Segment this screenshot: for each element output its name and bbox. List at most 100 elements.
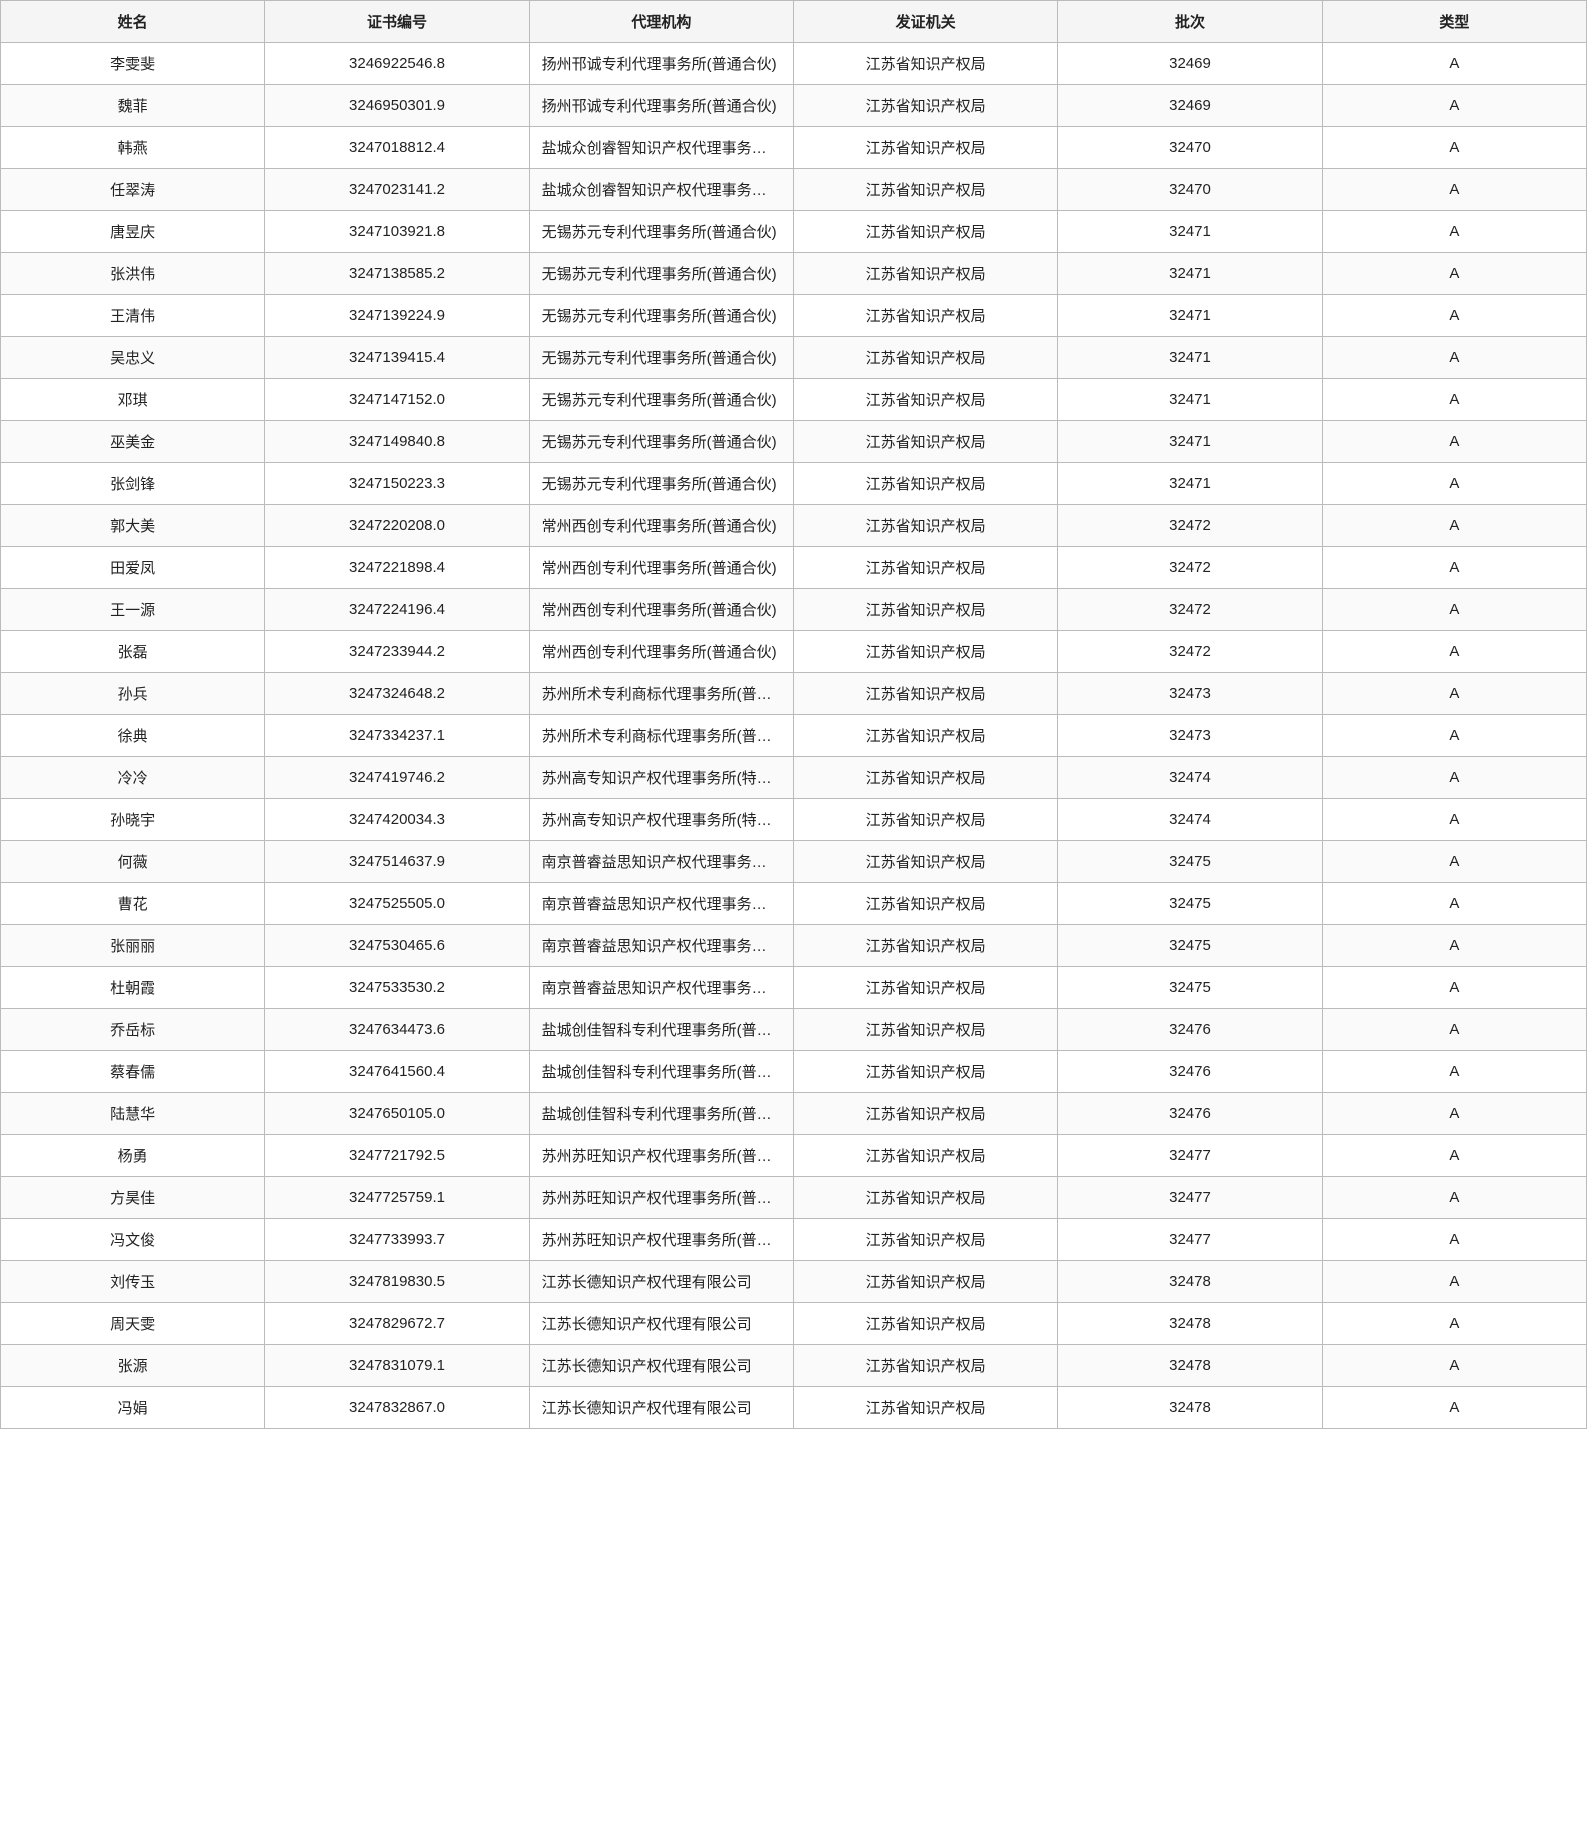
cell-27-4: 32477: [1058, 1177, 1322, 1219]
cell-25-5: A: [1322, 1093, 1586, 1135]
cell-14-2: 常州西创专利代理事务所(普通合伙): [529, 631, 793, 673]
cell-8-0: 邓琪: [1, 379, 265, 421]
cell-26-1: 3247721792.5: [265, 1135, 529, 1177]
cell-19-3: 江苏省知识产权局: [793, 841, 1057, 883]
cell-20-3: 江苏省知识产权局: [793, 883, 1057, 925]
cell-6-4: 32471: [1058, 295, 1322, 337]
cell-12-2: 常州西创专利代理事务所(普通合伙): [529, 547, 793, 589]
cell-14-1: 3247233944.2: [265, 631, 529, 673]
table-row: 蔡春儒3247641560.4盐城创佳智科专利代理事务所(普通合伙)江苏省知识产…: [1, 1051, 1587, 1093]
cell-13-3: 江苏省知识产权局: [793, 589, 1057, 631]
main-table: 姓名证书编号代理机构发证机关批次类型 李雯斐3246922546.8扬州邗诚专利…: [0, 0, 1587, 1429]
cell-3-4: 32470: [1058, 169, 1322, 211]
cell-20-1: 3247525505.0: [265, 883, 529, 925]
cell-8-2: 无锡苏元专利代理事务所(普通合伙): [529, 379, 793, 421]
cell-11-2: 常州西创专利代理事务所(普通合伙): [529, 505, 793, 547]
cell-27-1: 3247725759.1: [265, 1177, 529, 1219]
cell-18-3: 江苏省知识产权局: [793, 799, 1057, 841]
cell-31-4: 32478: [1058, 1345, 1322, 1387]
cell-25-3: 江苏省知识产权局: [793, 1093, 1057, 1135]
cell-21-1: 3247530465.6: [265, 925, 529, 967]
cell-19-5: A: [1322, 841, 1586, 883]
cell-31-1: 3247831079.1: [265, 1345, 529, 1387]
cell-24-0: 蔡春儒: [1, 1051, 265, 1093]
cell-12-1: 3247221898.4: [265, 547, 529, 589]
cell-29-3: 江苏省知识产权局: [793, 1261, 1057, 1303]
cell-10-0: 张剑锋: [1, 463, 265, 505]
cell-18-4: 32474: [1058, 799, 1322, 841]
cell-14-4: 32472: [1058, 631, 1322, 673]
cell-26-2: 苏州苏旺知识产权代理事务所(普通合伙): [529, 1135, 793, 1177]
cell-1-3: 江苏省知识产权局: [793, 85, 1057, 127]
cell-14-0: 张磊: [1, 631, 265, 673]
cell-25-1: 3247650105.0: [265, 1093, 529, 1135]
cell-7-3: 江苏省知识产权局: [793, 337, 1057, 379]
cell-10-4: 32471: [1058, 463, 1322, 505]
cell-5-0: 张洪伟: [1, 253, 265, 295]
cell-15-4: 32473: [1058, 673, 1322, 715]
cell-3-3: 江苏省知识产权局: [793, 169, 1057, 211]
cell-14-3: 江苏省知识产权局: [793, 631, 1057, 673]
cell-9-5: A: [1322, 421, 1586, 463]
cell-23-0: 乔岳标: [1, 1009, 265, 1051]
cell-2-2: 盐城众创睿智知识产权代理事务所(普通合伙): [529, 127, 793, 169]
cell-1-1: 3246950301.9: [265, 85, 529, 127]
cell-6-1: 3247139224.9: [265, 295, 529, 337]
cell-3-2: 盐城众创睿智知识产权代理事务所(普通合伙): [529, 169, 793, 211]
cell-32-3: 江苏省知识产权局: [793, 1387, 1057, 1429]
cell-17-1: 3247419746.2: [265, 757, 529, 799]
cell-13-2: 常州西创专利代理事务所(普通合伙): [529, 589, 793, 631]
cell-20-0: 曹花: [1, 883, 265, 925]
table-row: 陆慧华3247650105.0盐城创佳智科专利代理事务所(普通合伙)江苏省知识产…: [1, 1093, 1587, 1135]
table-row: 巫美金3247149840.8无锡苏元专利代理事务所(普通合伙)江苏省知识产权局…: [1, 421, 1587, 463]
cell-3-0: 任翠涛: [1, 169, 265, 211]
cell-32-1: 3247832867.0: [265, 1387, 529, 1429]
cell-29-5: A: [1322, 1261, 1586, 1303]
cell-9-1: 3247149840.8: [265, 421, 529, 463]
cell-16-5: A: [1322, 715, 1586, 757]
cell-22-2: 南京普睿益思知识产权代理事务所(普通合伙): [529, 967, 793, 1009]
cell-14-5: A: [1322, 631, 1586, 673]
cell-0-2: 扬州邗诚专利代理事务所(普通合伙): [529, 43, 793, 85]
table-row: 孙晓宇3247420034.3苏州高专知识产权代理事务所(特殊普通合伙)江苏省知…: [1, 799, 1587, 841]
table-row: 杨勇3247721792.5苏州苏旺知识产权代理事务所(普通合伙)江苏省知识产权…: [1, 1135, 1587, 1177]
cell-28-5: A: [1322, 1219, 1586, 1261]
cell-24-2: 盐城创佳智科专利代理事务所(普通合伙): [529, 1051, 793, 1093]
cell-25-2: 盐城创佳智科专利代理事务所(普通合伙): [529, 1093, 793, 1135]
cell-8-5: A: [1322, 379, 1586, 421]
cell-12-5: A: [1322, 547, 1586, 589]
cell-17-2: 苏州高专知识产权代理事务所(特殊普通合伙): [529, 757, 793, 799]
table-row: 冯娟3247832867.0江苏长德知识产权代理有限公司江苏省知识产权局3247…: [1, 1387, 1587, 1429]
table-row: 杜朝霞3247533530.2南京普睿益思知识产权代理事务所(普通合伙)江苏省知…: [1, 967, 1587, 1009]
cell-29-0: 刘传玉: [1, 1261, 265, 1303]
table-row: 唐昱庆3247103921.8无锡苏元专利代理事务所(普通合伙)江苏省知识产权局…: [1, 211, 1587, 253]
cell-23-4: 32476: [1058, 1009, 1322, 1051]
cell-18-2: 苏州高专知识产权代理事务所(特殊普通合伙): [529, 799, 793, 841]
cell-16-2: 苏州所术专利商标代理事务所(普通合伙): [529, 715, 793, 757]
cell-24-1: 3247641560.4: [265, 1051, 529, 1093]
cell-18-5: A: [1322, 799, 1586, 841]
cell-7-0: 吴忠义: [1, 337, 265, 379]
cell-15-0: 孙兵: [1, 673, 265, 715]
cell-5-5: A: [1322, 253, 1586, 295]
cell-22-5: A: [1322, 967, 1586, 1009]
table-row: 方昊佳3247725759.1苏州苏旺知识产权代理事务所(普通合伙)江苏省知识产…: [1, 1177, 1587, 1219]
cell-3-5: A: [1322, 169, 1586, 211]
column-header-4: 批次: [1058, 1, 1322, 43]
cell-13-4: 32472: [1058, 589, 1322, 631]
cell-21-5: A: [1322, 925, 1586, 967]
cell-5-1: 3247138585.2: [265, 253, 529, 295]
table-row: 徐典3247334237.1苏州所术专利商标代理事务所(普通合伙)江苏省知识产权…: [1, 715, 1587, 757]
cell-28-0: 冯文俊: [1, 1219, 265, 1261]
cell-26-3: 江苏省知识产权局: [793, 1135, 1057, 1177]
cell-27-0: 方昊佳: [1, 1177, 265, 1219]
table-row: 王清伟3247139224.9无锡苏元专利代理事务所(普通合伙)江苏省知识产权局…: [1, 295, 1587, 337]
cell-8-3: 江苏省知识产权局: [793, 379, 1057, 421]
cell-12-3: 江苏省知识产权局: [793, 547, 1057, 589]
table-row: 张源3247831079.1江苏长德知识产权代理有限公司江苏省知识产权局3247…: [1, 1345, 1587, 1387]
cell-22-1: 3247533530.2: [265, 967, 529, 1009]
cell-29-4: 32478: [1058, 1261, 1322, 1303]
cell-9-2: 无锡苏元专利代理事务所(普通合伙): [529, 421, 793, 463]
cell-32-5: A: [1322, 1387, 1586, 1429]
cell-16-4: 32473: [1058, 715, 1322, 757]
